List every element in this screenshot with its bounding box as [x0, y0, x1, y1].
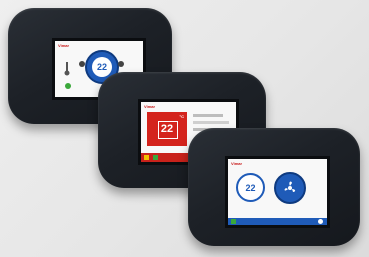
status-indicator	[65, 83, 71, 89]
product-photo: Vimar 22 Vimar 22 °C Vimar 22	[0, 0, 369, 257]
temperature-value: 22	[160, 123, 174, 135]
decrease-icon[interactable]	[79, 61, 85, 67]
status-bar	[228, 218, 327, 225]
temperature-value: 22	[245, 182, 256, 193]
temperature-value: 22	[96, 62, 107, 72]
temperature-gauge[interactable]: 22	[236, 173, 265, 202]
brand-label: Vimar	[144, 104, 156, 109]
info-line	[193, 121, 229, 124]
temperature-unit: °C	[179, 114, 185, 119]
thermometer-icon	[64, 62, 70, 76]
power-icon[interactable]	[144, 155, 149, 160]
thermostat-screen-right: Vimar 22	[225, 156, 330, 228]
mode-icon[interactable]	[153, 155, 158, 160]
settings-icon[interactable]	[318, 219, 323, 224]
thermostat-plate-right: Vimar 22	[188, 128, 360, 246]
home-icon[interactable]	[231, 219, 236, 224]
increase-icon[interactable]	[118, 61, 124, 67]
fan-gauge[interactable]	[274, 172, 306, 204]
temperature-readout: 22	[92, 57, 112, 77]
fan-icon	[284, 181, 296, 192]
temperature-tile[interactable]: 22 °C	[147, 112, 187, 146]
info-line	[193, 114, 223, 117]
brand-label: Vimar	[58, 43, 70, 48]
brand-label: Vimar	[231, 161, 243, 166]
